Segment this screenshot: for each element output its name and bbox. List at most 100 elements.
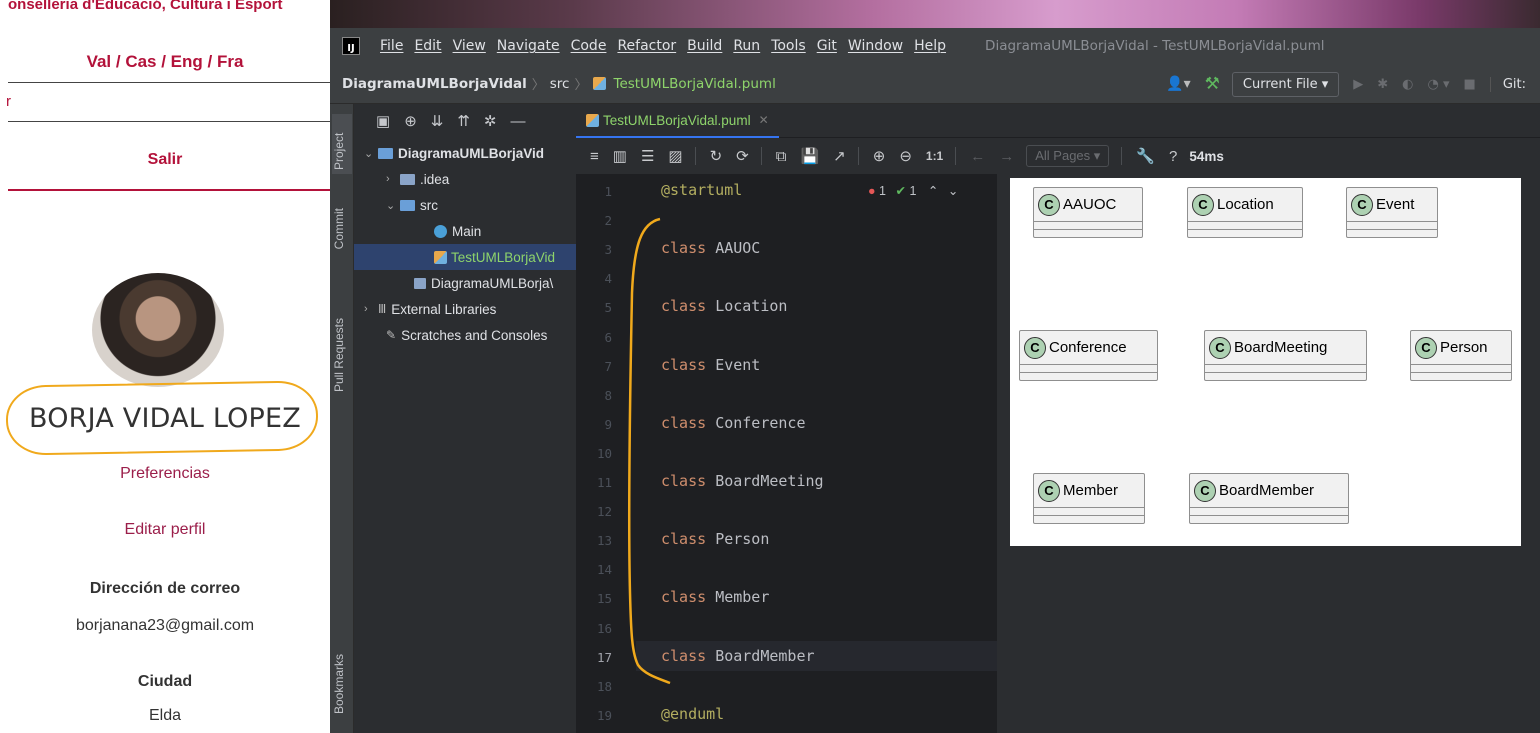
menu-file[interactable]: File [380, 38, 403, 54]
code-line-class[interactable]: class BoardMeeting [661, 472, 824, 490]
profile-icon[interactable]: ◔ ▾ [1428, 77, 1450, 92]
tab-bookmarks[interactable]: Bookmarks [332, 654, 352, 714]
menu-code[interactable]: Code [571, 38, 607, 54]
chevron-up-icon[interactable]: ⌃ [928, 184, 938, 198]
java-class-icon [434, 224, 447, 238]
copy-icon[interactable]: ⧉ [776, 148, 787, 165]
coverage-icon[interactable]: ◐ [1402, 77, 1413, 92]
class-badge-icon: C [1351, 193, 1373, 216]
uml-divider [1205, 372, 1366, 380]
menu-tools[interactable]: Tools [771, 38, 806, 54]
save-icon[interactable]: 💾 [800, 147, 819, 165]
code-line-class[interactable]: class Location [661, 297, 787, 315]
external-icon[interactable]: ↗ [833, 147, 846, 165]
debug-icon[interactable]: ✱ [1377, 77, 1388, 92]
code-line-class[interactable]: class Person [661, 530, 769, 548]
chevron-down-icon: ⌄ [386, 199, 396, 212]
tree-item-label: Main [452, 223, 482, 239]
tree-item-src[interactable]: ⌄ src [354, 192, 576, 218]
layout-icon[interactable]: ▣ [376, 112, 390, 130]
code-line-enduml[interactable]: @enduml [661, 705, 724, 723]
breadcrumb-folder[interactable]: src [550, 76, 570, 92]
plantuml-toolbar: ≡ ▥ ☰ ▨ ↻ ⟳ ⧉ 💾 ↗ ⊕ ⊖ 1:1 ← → All Pages … [576, 138, 1540, 174]
menu-window[interactable]: Window [848, 38, 903, 54]
tree-item-idea[interactable]: › .idea [354, 166, 576, 192]
hide-icon[interactable]: — [511, 113, 526, 130]
forward-icon[interactable]: → [999, 148, 1014, 165]
editor-only-icon[interactable]: ≡ [590, 148, 599, 165]
code-line-startuml[interactable]: @startuml [661, 181, 742, 199]
tab-testumlborjavidal[interactable]: TestUMLBorjaVidal.puml ✕ [576, 104, 779, 138]
line-number: 10 [596, 445, 612, 461]
menu-refactor[interactable]: Refactor [617, 38, 676, 54]
code-line-class[interactable]: class Event [661, 356, 760, 374]
user-icon[interactable]: 👤▾ [1166, 76, 1190, 92]
logout-link[interactable]: Salir [0, 151, 330, 169]
close-icon[interactable]: ✕ [759, 113, 769, 127]
tree-item-iml[interactable]: DiagramaUMLBorja\ [354, 270, 576, 296]
menu-run[interactable]: Run [733, 38, 760, 54]
tab-pull-requests[interactable]: Pull Requests [332, 318, 352, 392]
code-line-class[interactable]: class Conference [661, 414, 806, 432]
git-label[interactable]: Git: [1489, 76, 1526, 92]
menu-build[interactable]: Build [687, 38, 722, 54]
run-icon[interactable]: ▶ [1353, 77, 1363, 92]
edit-profile-link[interactable]: Editar perfil [0, 521, 330, 539]
locate-icon[interactable]: ⊕ [404, 112, 417, 130]
uml-class-box: C Location [1187, 187, 1303, 238]
chevron-down-icon[interactable]: ⌄ [948, 184, 958, 198]
chevron-down-icon: ⌄ [364, 147, 374, 160]
tree-item-scratches[interactable]: ✎ Scratches and Consoles [354, 322, 576, 348]
code-line-class[interactable]: class BoardMember [661, 647, 815, 665]
tab-label: TestUMLBorjaVidal.puml [603, 112, 751, 128]
stop-icon[interactable]: ■ [1464, 77, 1476, 92]
uml-class-name: Conference [1049, 339, 1127, 356]
class-badge-icon: C [1038, 193, 1060, 216]
breadcrumb-file[interactable]: TestUMLBorjaVidal.puml [614, 76, 776, 92]
inspection-widget[interactable]: ● 1 ✔ 1 ⌃ ⌄ [868, 183, 958, 198]
menu-git[interactable]: Git [817, 38, 837, 54]
city-label: Ciudad [137, 673, 193, 690]
preferences-link[interactable]: Preferencias [0, 465, 330, 483]
gear-icon[interactable]: ✲ [484, 112, 497, 130]
run-configuration-select[interactable]: Current File ▾ [1231, 71, 1340, 97]
split-view-icon[interactable]: ▥ [613, 147, 627, 165]
tab-project[interactable]: Project [332, 114, 352, 174]
menu-help[interactable]: Help [914, 38, 946, 54]
build-hammer-icon[interactable]: ⚒ [1205, 74, 1220, 94]
uml-divider [1205, 364, 1366, 372]
refresh-icon[interactable]: ↻ [710, 147, 723, 165]
uml-divider [1411, 372, 1511, 380]
language-selector[interactable]: Val / Cas / Eng / Fra [0, 52, 330, 72]
page-header: onselleria d'Educació, Cultura i Esport [8, 0, 283, 13]
code-line-class[interactable]: class Member [661, 588, 769, 606]
menu-navigate[interactable]: Navigate [497, 38, 560, 54]
tree-item-puml[interactable]: TestUMLBorjaVid [354, 244, 576, 270]
menu-view[interactable]: View [453, 38, 486, 54]
separator [1121, 147, 1123, 165]
divider [8, 121, 330, 122]
settings-wrench-icon[interactable]: 🔧 [1136, 147, 1155, 165]
code-line-class[interactable]: class AAUOC [661, 239, 760, 257]
zoom-in-icon[interactable]: ⊕ [873, 147, 886, 165]
tree-item-main[interactable]: Main [354, 218, 576, 244]
tree-item-libraries[interactable]: › Ⅲ External Libraries [354, 296, 576, 322]
image-icon[interactable]: ▨ [668, 147, 682, 165]
back-icon[interactable]: ← [970, 148, 985, 165]
pages-select[interactable]: All Pages ▾ [1026, 145, 1110, 167]
zoom-out-icon[interactable]: ⊖ [899, 147, 912, 165]
reload-icon[interactable]: ⟳ [736, 147, 749, 165]
breadcrumb-project[interactable]: DiagramaUMLBorjaVidal [342, 76, 527, 92]
collapse-all-icon[interactable]: ⇈ [457, 112, 470, 130]
help-icon[interactable]: ? [1169, 148, 1177, 165]
expand-all-icon[interactable]: ⇊ [431, 112, 444, 130]
tree-item-root[interactable]: ⌄ DiagramaUMLBorjaVid [354, 140, 576, 166]
menu-bar: IJ File Edit View Navigate Code Refactor… [330, 28, 1540, 64]
module-file-icon [414, 277, 426, 289]
menu-edit[interactable]: Edit [414, 38, 441, 54]
line-number: 14 [596, 562, 612, 578]
preview-only-icon[interactable]: ☰ [641, 147, 654, 165]
tab-commit[interactable]: Commit [332, 208, 352, 249]
actual-size-button[interactable]: 1:1 [926, 149, 943, 163]
search-input[interactable]: r [6, 93, 11, 110]
